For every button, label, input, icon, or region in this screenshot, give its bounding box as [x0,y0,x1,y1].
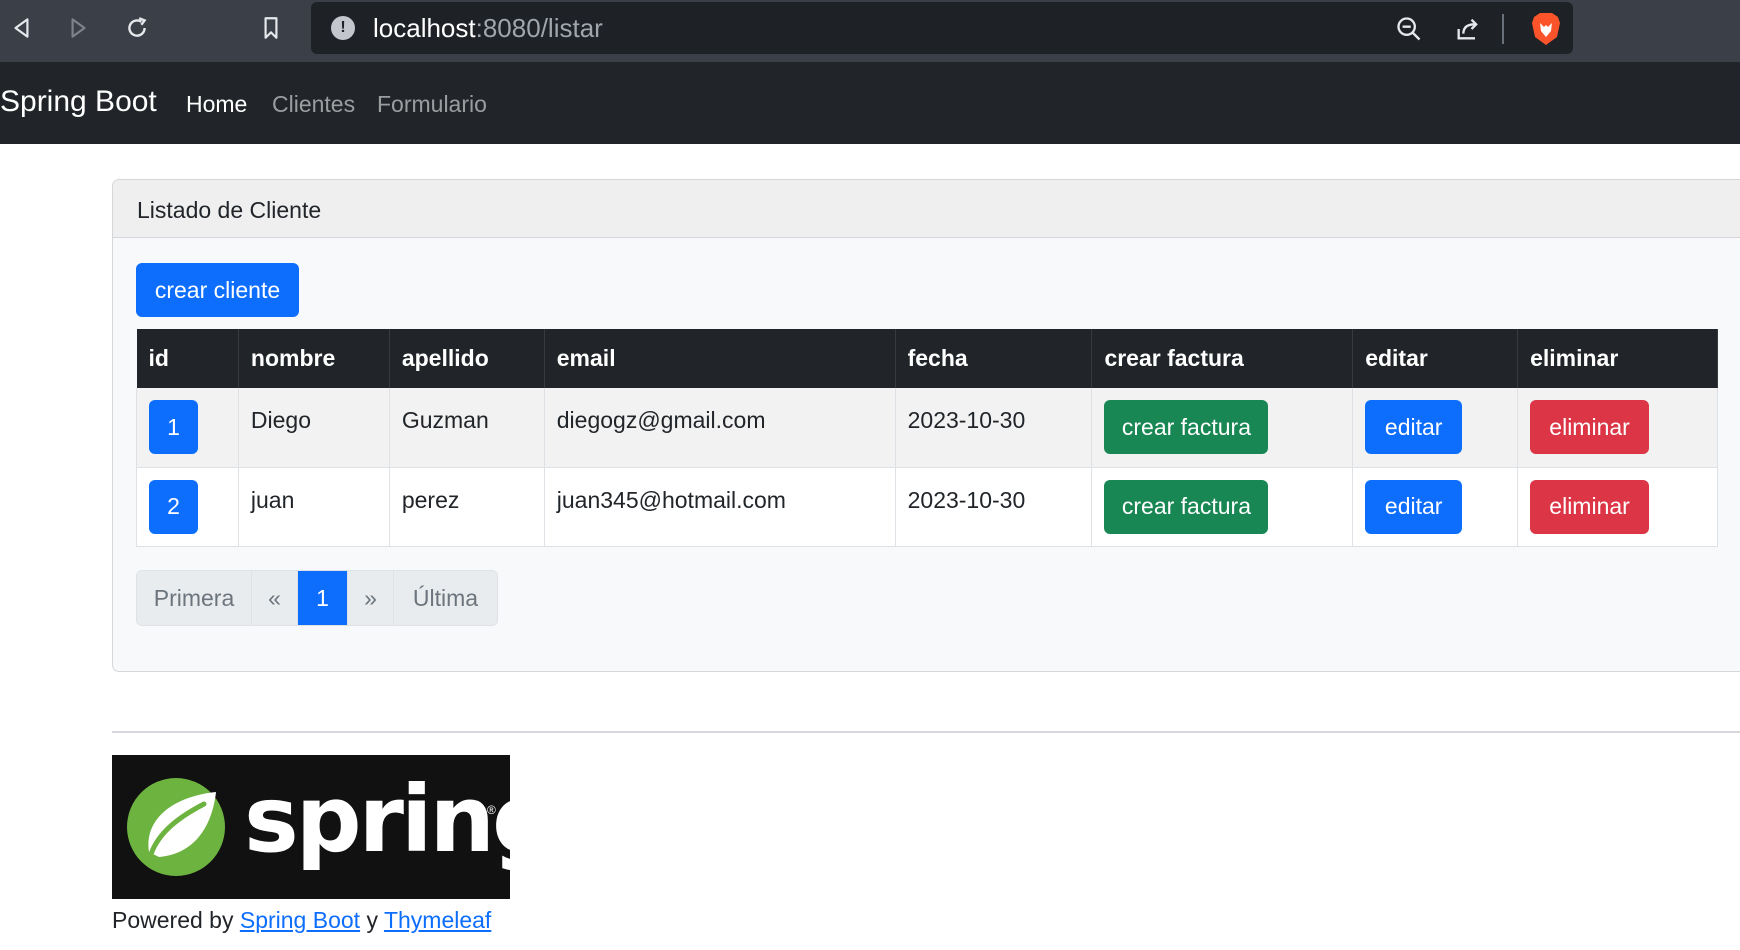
editar-button[interactable]: editar [1365,479,1463,534]
spring-leaf-icon [127,778,225,876]
cell-eliminar: eliminar [1517,388,1718,468]
cell-email: diegogz@gmail.com [544,388,896,468]
th-email: email [544,329,896,388]
cell-id: 1 [136,388,239,468]
powered-prefix: Powered by [112,907,234,933]
cell-crear-factura: crear factura [1091,388,1354,468]
page-prev[interactable]: « [252,571,298,625]
thymeleaf-link[interactable]: Thymeleaf [384,907,491,933]
back-icon[interactable] [4,10,40,46]
nav-link-home[interactable]: Home [186,90,247,118]
page-first[interactable]: Primera [137,571,252,625]
crear-factura-button[interactable]: crear factura [1104,479,1269,534]
table-header-row: id nombre apellido email fecha crear fac… [136,329,1718,388]
address-bar[interactable]: ! localhost:8080/listar [311,2,1573,54]
eliminar-button[interactable]: eliminar [1530,400,1650,454]
nav-link-formulario[interactable]: Formulario [377,90,487,118]
registered-mark: ® [487,803,496,817]
cell-editar: editar [1352,467,1519,547]
zoom-out-icon[interactable] [1394,14,1424,44]
page-current[interactable]: 1 [298,571,348,625]
card-title: Listado de Cliente [113,180,1740,238]
table-row: 2 juan perez juan345@hotmail.com 2023-10… [136,467,1718,547]
url-text: localhost:8080/listar [373,13,603,43]
powered-by-text: Powered by Spring Boot y Thymeleaf [112,906,491,934]
th-id: id [136,329,239,388]
id-link-button[interactable]: 1 [149,400,198,454]
cell-fecha: 2023-10-30 [895,467,1093,547]
nav-link-clientes[interactable]: Clientes [272,90,355,118]
cell-crear-factura: crear factura [1091,467,1354,547]
th-eliminar: eliminar [1517,329,1718,388]
cell-nombre: Diego [238,388,390,468]
th-fecha: fecha [895,329,1093,388]
cell-nombre: juan [238,467,390,547]
page-next[interactable]: » [348,571,394,625]
th-nombre: nombre [238,329,390,388]
forward-icon[interactable] [60,10,96,46]
spring-logo: spring ® [112,755,510,899]
info-icon[interactable]: ! [331,16,355,40]
th-apellido: apellido [389,329,545,388]
reload-icon[interactable] [119,10,155,46]
crear-factura-button[interactable]: crear factura [1104,400,1269,454]
pagination: Primera « 1 » Última [136,570,498,626]
footer-divider [112,731,1740,733]
conjunction: y [366,907,378,933]
th-editar: editar [1352,329,1519,388]
spring-wordmark: spring [244,766,510,873]
eliminar-button[interactable]: eliminar [1530,479,1650,534]
bookmark-icon[interactable] [253,10,289,46]
cell-apellido: perez [389,467,545,547]
table-row: 1 Diego Guzman diegogz@gmail.com 2023-10… [136,388,1718,468]
share-icon[interactable] [1453,14,1483,44]
brave-lion-icon[interactable] [1529,11,1563,47]
th-crear-factura: crear factura [1091,329,1354,388]
cell-editar: editar [1352,388,1519,468]
cell-eliminar: eliminar [1517,467,1718,547]
cell-email: juan345@hotmail.com [544,467,896,547]
navbar-brand[interactable]: Spring Boot [0,84,157,120]
spring-boot-link[interactable]: Spring Boot [240,907,360,933]
browser-toolbar: ! localhost:8080/listar [0,0,1740,62]
id-link-button[interactable]: 2 [149,479,198,534]
editar-button[interactable]: editar [1365,400,1463,454]
cell-fecha: 2023-10-30 [895,388,1093,468]
cell-apellido: Guzman [389,388,545,468]
crear-cliente-button[interactable]: crear cliente [136,263,299,317]
page-last[interactable]: Última [394,571,497,625]
clientes-table: id nombre apellido email fecha crear fac… [136,329,1718,547]
cell-id: 2 [136,467,239,547]
separator [1502,14,1504,44]
app-navbar: Spring Boot Home Clientes Formulario [0,62,1740,144]
